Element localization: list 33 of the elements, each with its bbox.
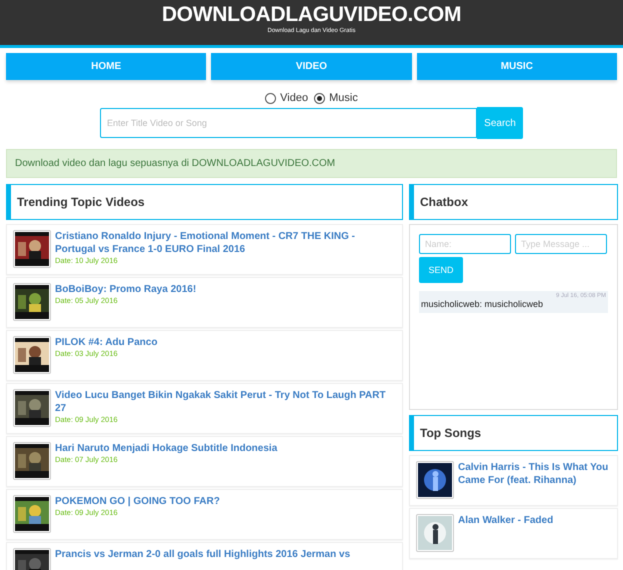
section-heading: Chatbox <box>409 184 618 220</box>
thumbnail[interactable] <box>13 230 51 268</box>
song-title-link[interactable]: Calvin Harris - This Is What You Came For (feat. Rihanna) <box>458 461 611 487</box>
section-heading: Trending Topic Videos <box>6 184 403 220</box>
video-title-link[interactable]: Prancis vs Jerman 2-0 all goals full Highlights 2016 Jerman vs <box>55 548 396 561</box>
search-field[interactable]: Enter Title Video or Song <box>100 108 477 138</box>
video-title-link[interactable]: POKEMON GO | GOING TOO FAR? <box>55 495 396 508</box>
song-title-link[interactable]: Alan Walker - Faded <box>458 514 611 527</box>
video-title-link[interactable]: PILOK #4: Adu Panco <box>55 336 396 349</box>
nav-button[interactable]: HOME <box>6 53 206 80</box>
notice-message: Download video dan lagu sepuasnya di DOWNLOADLAGUVIDEO.COM <box>6 149 617 178</box>
thumbnail[interactable] <box>13 389 51 427</box>
nav-button[interactable]: MUSIC <box>416 53 617 80</box>
video-title-link[interactable]: Video Lucu Banget Bikin Ngakak Sakit Perut - Try Not To Laugh PART 27 <box>55 389 396 415</box>
send-button[interactable]: SEND <box>419 257 463 283</box>
thumbnail[interactable] <box>13 336 51 374</box>
thumbnail[interactable] <box>13 495 51 533</box>
video-title-link[interactable]: BoBoiBoy: Promo Raya 2016! <box>55 283 396 296</box>
radio-option[interactable]: Music <box>314 92 358 104</box>
video-title-link[interactable]: Cristiano Ronaldo Injury - Emotional Moment - CR7 THE KING - Portugal vs France 1-0 EURO Final 2016 <box>55 230 396 256</box>
radio-icon[interactable] <box>265 92 276 104</box>
search-button[interactable]: Search <box>477 107 523 139</box>
thumbnail[interactable] <box>416 514 454 552</box>
thumbnail[interactable] <box>416 461 454 499</box>
radio-option[interactable]: Video <box>265 92 308 104</box>
nav-button[interactable]: VIDEO <box>211 53 412 80</box>
message-text: musicholicweb: musicholicweb <box>421 299 544 309</box>
radio-icon[interactable] <box>314 92 326 104</box>
section-heading: Top Songs <box>409 415 618 451</box>
video-title-link[interactable]: Hari Naruto Menjadi Hokage Subtitle Indonesia <box>55 442 396 455</box>
thumbnail[interactable] <box>13 283 51 321</box>
site-title[interactable]: DOWNLOADLAGUVIDEO.COM <box>162 0 462 27</box>
thumbnail[interactable] <box>13 442 51 480</box>
